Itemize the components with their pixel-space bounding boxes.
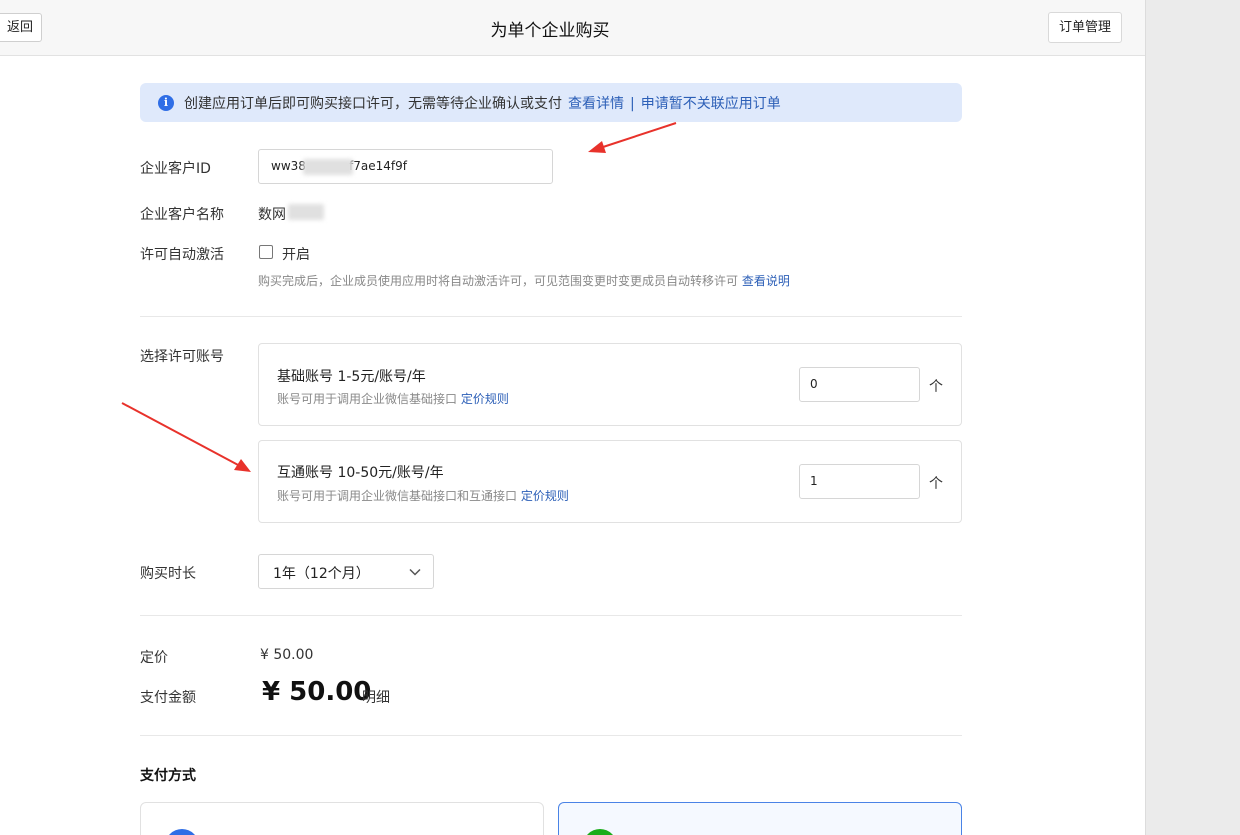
interop-account-desc-line: 账号可用于调用企业微信基础接口和互通接口 定价规则 bbox=[277, 487, 569, 504]
annotation-arrow bbox=[121, 402, 251, 472]
interop-account-unit: 个 bbox=[929, 476, 943, 492]
info-notice: i 创建应用订单后即可购买接口许可，无需等待企业确认或支付 查看详情 | 申请暂不关联… bbox=[140, 83, 962, 122]
wechat-pay-icon bbox=[583, 829, 617, 835]
customer-id-value-start: ww38 bbox=[271, 159, 306, 173]
pay-amount-label: 支付金额 bbox=[140, 690, 196, 706]
interop-account-quantity-input[interactable]: 1 bbox=[799, 464, 920, 499]
pay-amount-value: ¥ 50.00 bbox=[262, 677, 372, 707]
customer-name-value: 数网 bbox=[258, 207, 286, 223]
payment-option-right[interactable] bbox=[558, 802, 962, 835]
payment-method-title: 支付方式 bbox=[140, 768, 196, 784]
interop-account-desc: 账号可用于调用企业微信基础接口和互通接口 bbox=[277, 489, 518, 503]
customer-id-label: 企业客户ID bbox=[140, 161, 211, 177]
view-details-link[interactable]: 查看详情 bbox=[568, 96, 624, 112]
list-price-label: 定价 bbox=[140, 650, 168, 666]
page-title: 为单个企业购买 bbox=[490, 21, 610, 41]
apply-unlinked-order-link[interactable]: 申请暂不关联应用订单 bbox=[641, 96, 781, 112]
notice-text-line: 创建应用订单后即可购买接口许可，无需等待企业确认或支付 查看详情 | 申请暂不关联应用… bbox=[184, 93, 781, 113]
chevron-down-icon bbox=[409, 568, 421, 576]
divider bbox=[140, 316, 962, 317]
purchase-page: 返回 为单个企业购买 订单管理 i 创建应用订单后即可购买接口许可，无需等待企业… bbox=[0, 0, 1145, 835]
basic-account-unit: 个 bbox=[929, 379, 943, 395]
interop-account-card: 互通账号 10-50元/账号/年 账号可用于调用企业微信基础接口和互通接口 定价… bbox=[258, 440, 962, 523]
divider bbox=[140, 735, 962, 736]
info-icon: i bbox=[158, 95, 174, 111]
price-detail-link[interactable]: 明细 bbox=[362, 687, 390, 707]
list-price-value: ¥ 50.00 bbox=[260, 647, 314, 663]
select-accounts-label: 选择许可账号 bbox=[140, 349, 224, 365]
notice-text: 创建应用订单后即可购买接口许可，无需等待企业确认或支付 bbox=[184, 96, 562, 112]
annotation-arrow bbox=[588, 122, 677, 153]
basic-account-desc: 账号可用于调用企业微信基础接口 bbox=[277, 392, 458, 406]
auto-activate-label: 许可自动激活 bbox=[140, 247, 224, 263]
auto-activate-hint: 购买完成后，企业成员使用应用时将自动激活许可，可见范围变更时变更成员自动转移许可… bbox=[258, 272, 790, 289]
customer-id-value-end: f7ae14f9f bbox=[349, 159, 407, 173]
duration-label: 购买时长 bbox=[140, 566, 196, 582]
order-management-button[interactable]: 订单管理 bbox=[1048, 12, 1123, 43]
divider bbox=[140, 615, 962, 616]
interop-pricing-rules-link[interactable]: 定价规则 bbox=[521, 489, 569, 503]
view-explanation-link[interactable]: 查看说明 bbox=[742, 274, 790, 288]
payment-option-left[interactable] bbox=[140, 802, 544, 835]
basic-account-card: 基础账号 1-5元/账号/年 账号可用于调用企业微信基础接口 定价规则 0 个 bbox=[258, 343, 962, 426]
auto-activate-hint-text: 购买完成后，企业成员使用应用时将自动激活许可，可见范围变更时变更成员自动转移许可 bbox=[258, 274, 739, 288]
basic-pricing-rules-link[interactable]: 定价规则 bbox=[461, 392, 509, 406]
customer-id-field[interactable]: ww38 f7ae14f9f bbox=[258, 149, 553, 184]
interop-account-title: 互通账号 10-50元/账号/年 bbox=[277, 465, 444, 481]
auto-activate-checkbox[interactable] bbox=[259, 245, 273, 259]
basic-account-desc-line: 账号可用于调用企业微信基础接口 定价规则 bbox=[277, 390, 509, 407]
notice-separator: | bbox=[630, 96, 635, 112]
auto-activate-option-label: 开启 bbox=[282, 247, 310, 263]
payment-method-icon bbox=[165, 829, 199, 835]
duration-select[interactable]: 1年（12个月） bbox=[258, 554, 434, 589]
redacted-id-segment bbox=[303, 159, 353, 175]
duration-selected-value: 1年（12个月） bbox=[273, 566, 370, 582]
customer-name-label: 企业客户名称 bbox=[140, 207, 224, 223]
basic-account-title: 基础账号 1-5元/账号/年 bbox=[277, 369, 426, 385]
redacted-name-segment bbox=[288, 204, 324, 220]
top-bar: 返回 为单个企业购买 订单管理 bbox=[0, 0, 1145, 56]
basic-account-quantity-input[interactable]: 0 bbox=[799, 367, 920, 402]
right-gray-panel bbox=[1145, 0, 1240, 835]
